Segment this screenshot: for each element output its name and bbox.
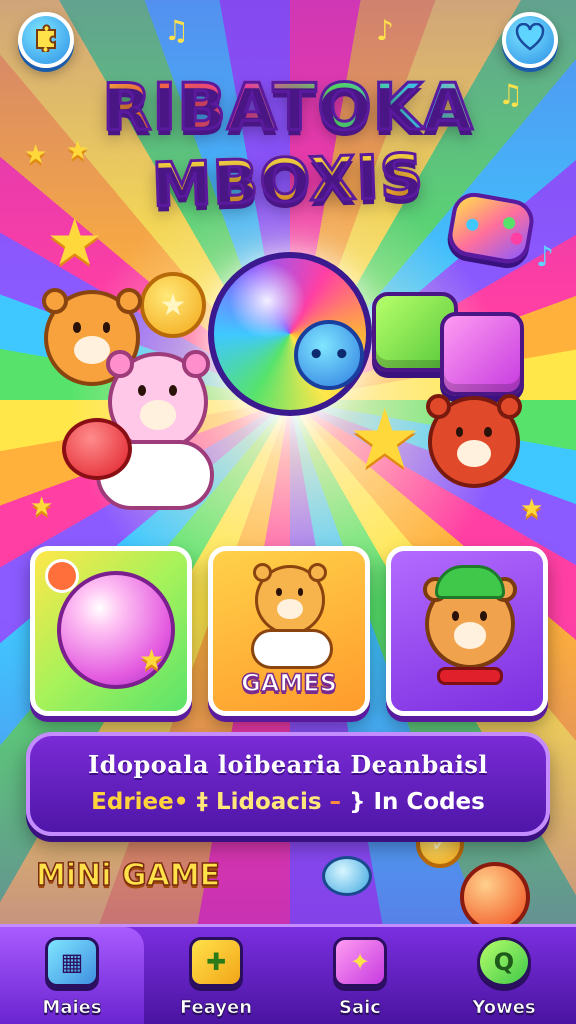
mini-game-title: MiNi GAME [35, 857, 221, 894]
star-icon: ★ [30, 492, 54, 522]
info-segment: } In Codes [349, 789, 485, 815]
star-icon: ★ [24, 140, 48, 170]
music-note-icon: ♪ [536, 240, 554, 273]
info-segment: ‡ Lidoacis [196, 789, 322, 815]
red-capsule [62, 418, 132, 480]
character-card[interactable] [386, 546, 548, 716]
favorites-button[interactable] [502, 12, 558, 68]
rainbow-orb[interactable]: • • [208, 252, 372, 416]
gift-box-icon: ✚ [189, 937, 243, 987]
game-title: RIBATOKA MBOXIS [60, 70, 516, 223]
bear-character [253, 563, 327, 635]
bear-body [251, 629, 333, 669]
bottom-navigation: ▦ Maies ✚ Feayen ✦ Saic Q Yowes [0, 924, 576, 1024]
card-label: GAMES [240, 668, 337, 698]
info-subline: Edriee• ‡ Lidoacis – } In Codes [30, 789, 546, 815]
title-line-2: MBOXIS [59, 138, 517, 224]
nav-item-feayen[interactable]: ✚ Feayen [144, 927, 288, 1024]
red-scarf [437, 667, 503, 685]
games-card[interactable]: GAMES [208, 546, 370, 716]
nav-label: Maies [42, 997, 102, 1019]
bubble-game-card[interactable]: ★ [30, 546, 192, 716]
music-note-icon: ♪ [376, 14, 394, 47]
star-icon: ★ [520, 494, 544, 524]
badge-icon [45, 559, 79, 593]
red-ball [460, 862, 530, 932]
music-note-icon: ♫ [164, 14, 190, 47]
nav-label: Feayen [179, 997, 253, 1019]
puzzle-music-button[interactable] [18, 12, 74, 68]
info-segment: – [329, 789, 342, 815]
nav-item-saic[interactable]: ✦ Saic [288, 927, 432, 1024]
nav-label: Saic [339, 997, 382, 1019]
heart-icon [515, 22, 545, 58]
search-icon: Q [477, 937, 531, 987]
smiley-bubble: • • [294, 320, 364, 390]
star-icon: ★ [66, 136, 90, 166]
music-note-icon: ♫ [498, 78, 524, 111]
nav-item-yowes[interactable]: Q Yowes [432, 927, 576, 1024]
star-icon: ★ [139, 643, 165, 676]
info-segment: Edriee• [91, 789, 189, 815]
info-headline: Idopoala loibearia Deanbaisl [87, 750, 489, 779]
green-hat [435, 565, 505, 599]
info-panel[interactable]: Idopoala loibearia Deanbaisl Edriee• ‡ L… [26, 732, 550, 836]
title-line-1: RIBATOKA [60, 70, 516, 147]
coin-icon: ★ [140, 272, 206, 338]
nav-item-maies[interactable]: ▦ Maies [0, 927, 144, 1024]
red-bear-character [426, 394, 522, 488]
blue-gem [322, 856, 372, 896]
star-icon: ★ [46, 206, 104, 280]
gift-box-icon: ✦ [333, 937, 387, 987]
pink-block [440, 312, 524, 396]
nav-label: Yowes [472, 997, 536, 1019]
star-icon: ★ [348, 392, 422, 487]
puzzle-music-icon [31, 22, 61, 59]
cards-icon: ▦ [45, 937, 99, 987]
